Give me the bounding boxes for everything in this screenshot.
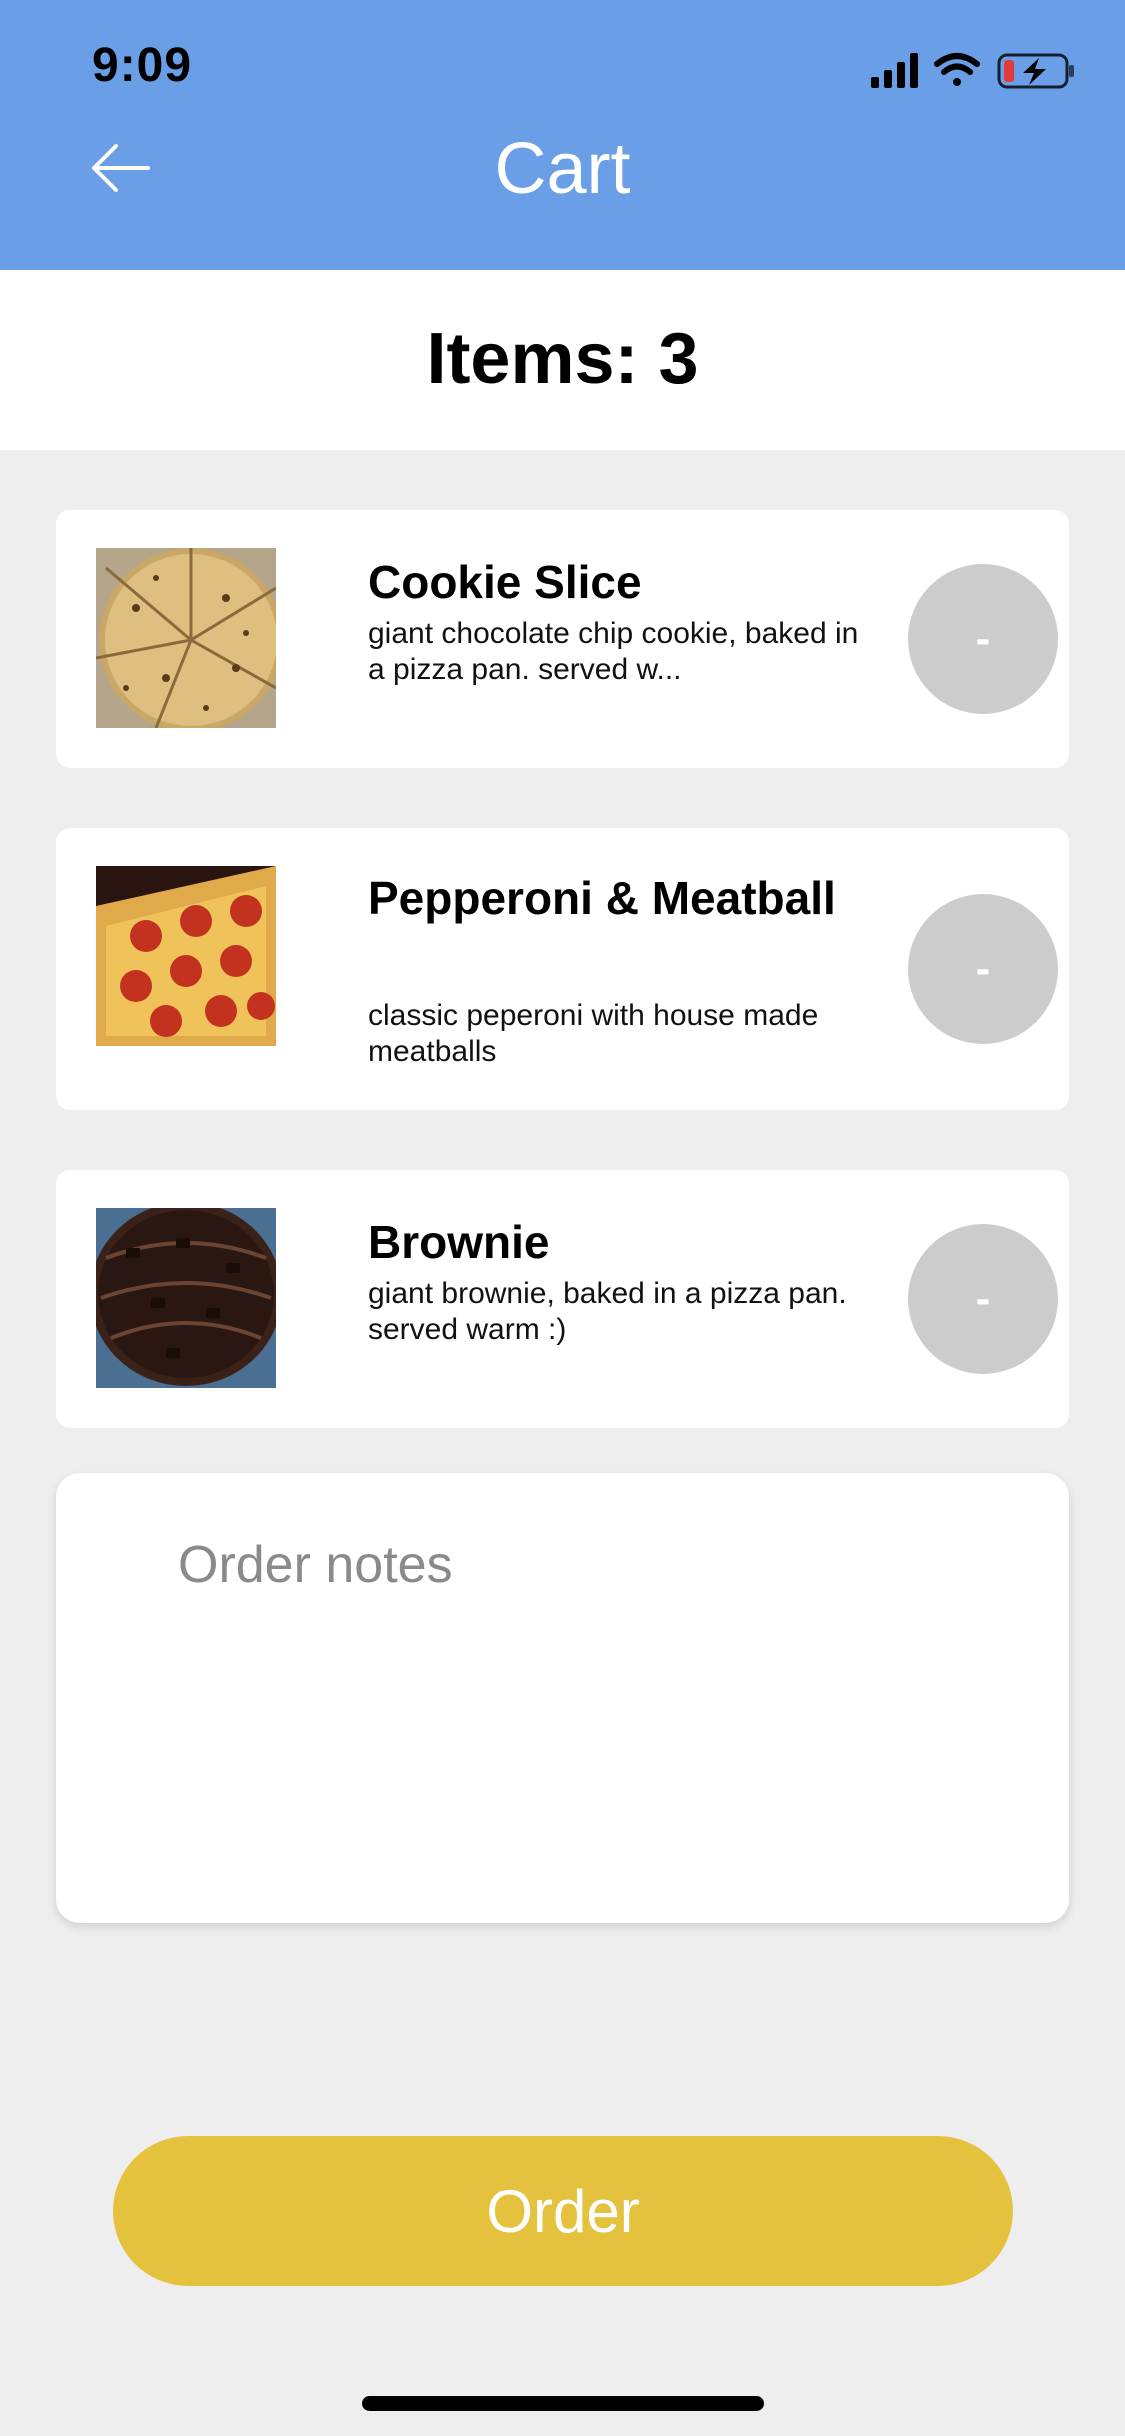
cookie-pizza-photo: [96, 548, 276, 728]
brownie-pizza-photo: [96, 1208, 276, 1388]
remove-item-button[interactable]: -: [908, 564, 1058, 714]
pepperoni-pizza-photo: [96, 866, 276, 1046]
remove-item-button[interactable]: -: [908, 1224, 1058, 1374]
remove-item-button[interactable]: -: [908, 894, 1058, 1044]
items-count-bar: Items: 3: [0, 270, 1125, 450]
battery-charging-icon: [997, 53, 1074, 89]
app-header: 9:09 Cart: [0, 0, 1125, 270]
cart-item: Pepperoni & Meatball classic peperoni wi…: [56, 828, 1069, 1110]
item-name: Cookie Slice: [368, 556, 642, 608]
order-notes-box: [56, 1473, 1069, 1923]
cart-item: Brownie giant brownie, baked in a pizza …: [56, 1170, 1069, 1428]
order-notes-input[interactable]: [176, 1533, 1020, 1877]
item-description: giant chocolate chip cookie, baked in a …: [368, 617, 859, 686]
cellular-signal-icon: [871, 53, 918, 88]
wifi-icon: [934, 53, 980, 86]
cart-item: Cookie Slice giant chocolate chip cookie…: [56, 510, 1069, 768]
home-indicator: [362, 2396, 764, 2411]
status-time: 9:09: [92, 39, 193, 92]
items-count: Items: 3: [426, 319, 699, 399]
item-name: Pepperoni & Meatball: [368, 872, 836, 924]
status-icons: [871, 53, 1074, 89]
order-button[interactable]: Order: [113, 2136, 1013, 2286]
item-description: classic peperoni with house made meatbal…: [368, 999, 819, 1068]
item-description: giant brownie, baked in a pizza pan. ser…: [368, 1277, 847, 1346]
page-title: Cart: [494, 129, 631, 209]
item-name: Brownie: [368, 1216, 550, 1268]
